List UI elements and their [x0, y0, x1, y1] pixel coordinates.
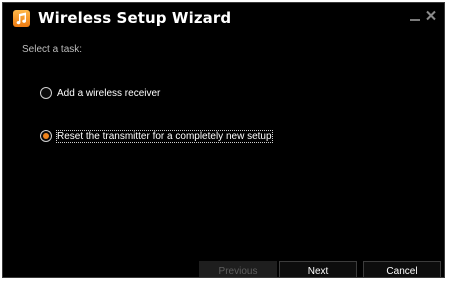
option-add-receiver-label[interactable]: Add a wireless receiver: [57, 88, 160, 99]
radio-selected-dot: [43, 133, 49, 139]
music-note-icon: [13, 10, 30, 27]
cancel-button[interactable]: Cancel: [363, 261, 441, 277]
title-bar[interactable]: Wireless Setup Wizard: [3, 3, 444, 33]
radio-add-receiver[interactable]: [40, 87, 52, 99]
wizard-window: Wireless Setup Wizard Select a task: Add…: [2, 2, 445, 278]
task-prompt: Select a task:: [22, 44, 83, 55]
option-add-receiver[interactable]: Add a wireless receiver: [40, 86, 160, 100]
option-reset-transmitter[interactable]: Reset the transmitter for a completely n…: [40, 129, 273, 143]
radio-reset-transmitter[interactable]: [40, 130, 52, 142]
next-button[interactable]: Next: [279, 261, 357, 277]
option-reset-transmitter-label[interactable]: Reset the transmitter for a completely n…: [56, 129, 273, 143]
minimize-icon[interactable]: [408, 9, 422, 23]
previous-button[interactable]: Previous: [199, 261, 277, 277]
window-title: Wireless Setup Wizard: [38, 9, 232, 27]
close-icon[interactable]: [424, 9, 438, 23]
